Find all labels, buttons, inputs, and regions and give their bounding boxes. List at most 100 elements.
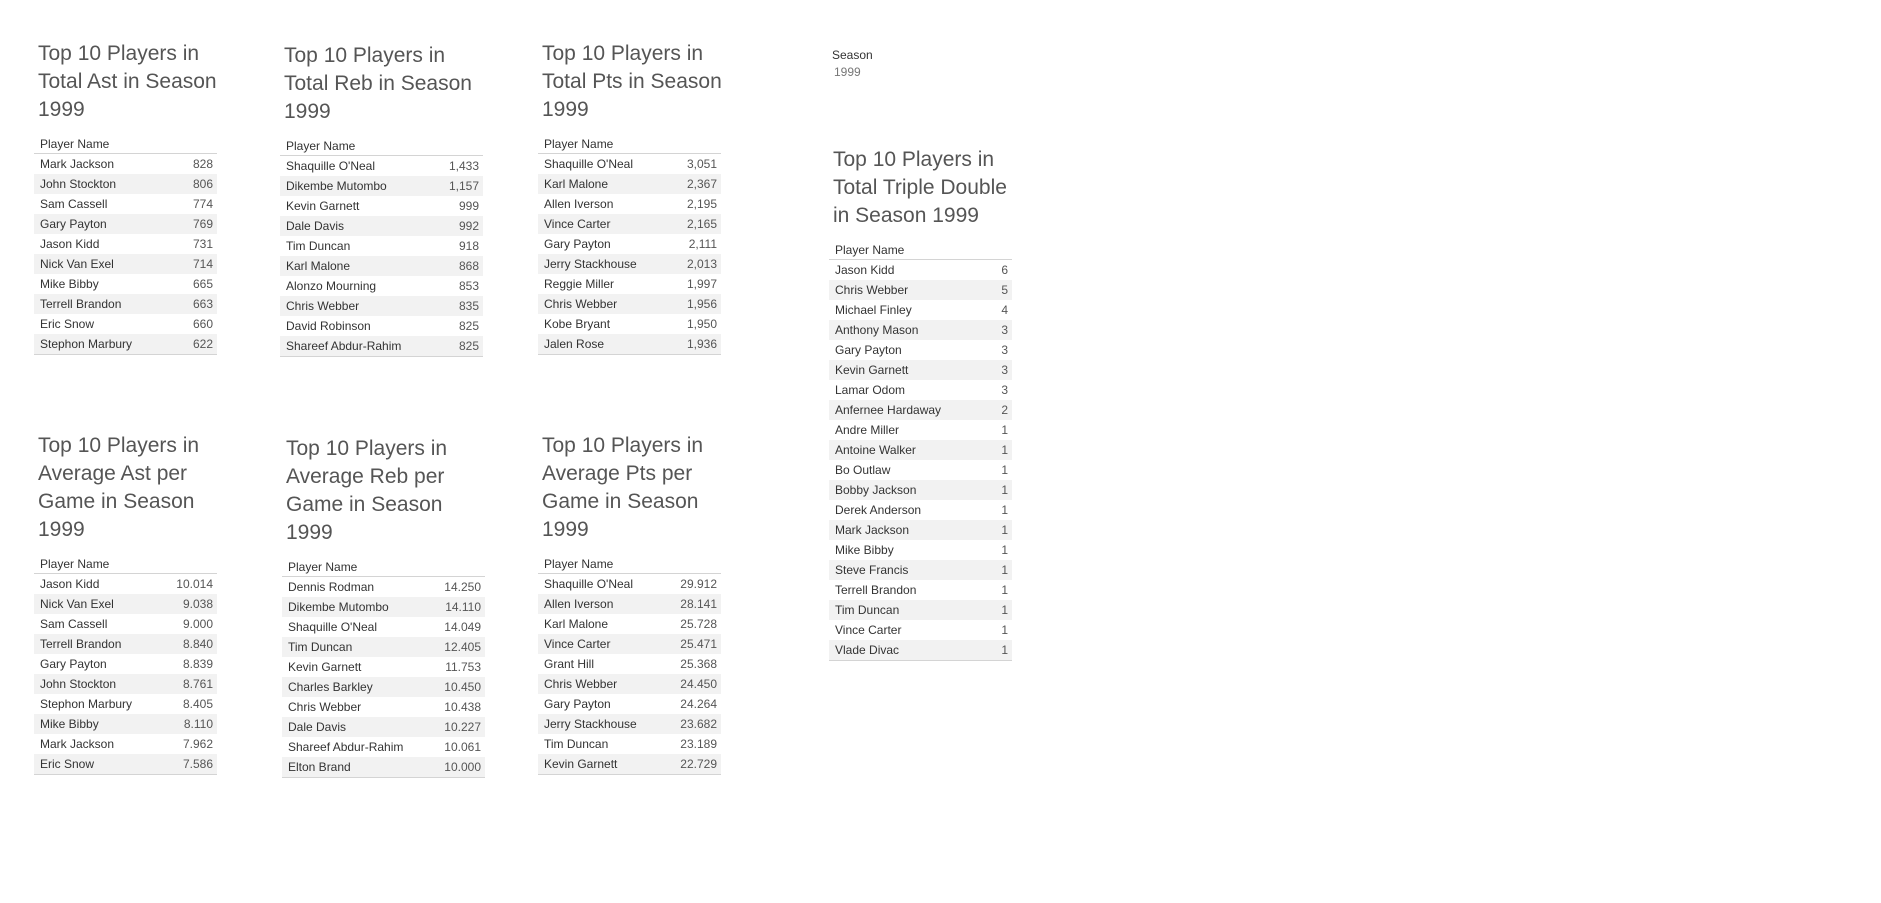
column-header[interactable]: Player Name: [280, 136, 483, 156]
table-row[interactable]: Gary Payton 3: [829, 340, 1012, 360]
table-row[interactable]: Nick Van Exel 714: [34, 254, 217, 274]
table-row[interactable]: Sam Cassell 774: [34, 194, 217, 214]
table-row[interactable]: Charles Barkley 10.450: [282, 677, 485, 697]
table-row[interactable]: Kevin Garnett 3: [829, 360, 1012, 380]
table-row[interactable]: Bobby Jackson 1: [829, 480, 1012, 500]
stat-value: 23.189: [680, 737, 717, 751]
table-row[interactable]: Vince Carter 25.471: [538, 634, 721, 654]
table-row[interactable]: Shareef Abdur-Rahim 10.061: [282, 737, 485, 757]
table-row[interactable]: Mark Jackson 1: [829, 520, 1012, 540]
table-row[interactable]: Gary Payton 24.264: [538, 694, 721, 714]
table-row[interactable]: Tim Duncan 1: [829, 600, 1012, 620]
table-row[interactable]: Terrell Brandon 8.840: [34, 634, 217, 654]
table-row[interactable]: Kevin Garnett 999: [280, 196, 483, 216]
table-row[interactable]: Chris Webber 1,956: [538, 294, 721, 314]
table-row[interactable]: Tim Duncan 12.405: [282, 637, 485, 657]
table-row[interactable]: Chris Webber 5: [829, 280, 1012, 300]
player-name: Dale Davis: [288, 720, 347, 734]
table-row[interactable]: Dikembe Mutombo 14.110: [282, 597, 485, 617]
table-row[interactable]: Michael Finley 4: [829, 300, 1012, 320]
table-row[interactable]: John Stockton 8.761: [34, 674, 217, 694]
column-header[interactable]: Player Name: [34, 134, 217, 154]
table-row[interactable]: Gary Payton 769: [34, 214, 217, 234]
table-row[interactable]: Shaquille O'Neal 29.912: [538, 574, 721, 594]
table-row[interactable]: Vince Carter 2,165: [538, 214, 721, 234]
table-row[interactable]: Mike Bibby 8.110: [34, 714, 217, 734]
table-row[interactable]: Chris Webber 10.438: [282, 697, 485, 717]
table-row[interactable]: Allen Iverson 28.141: [538, 594, 721, 614]
player-name: Vince Carter: [544, 637, 611, 651]
player-name: Derek Anderson: [835, 503, 922, 517]
table-row[interactable]: Grant Hill 25.368: [538, 654, 721, 674]
table-row[interactable]: Terrell Brandon 1: [829, 580, 1012, 600]
player-name: Shareef Abdur-Rahim: [286, 339, 402, 353]
table-row[interactable]: Chris Webber 835: [280, 296, 483, 316]
table-row[interactable]: Mike Bibby 665: [34, 274, 217, 294]
table-row[interactable]: Kevin Garnett 11.753: [282, 657, 485, 677]
table-row[interactable]: Shaquille O'Neal 3,051: [538, 154, 721, 174]
table-row[interactable]: Bo Outlaw 1: [829, 460, 1012, 480]
column-header[interactable]: Player Name: [538, 134, 721, 154]
table-row[interactable]: Allen Iverson 2,195: [538, 194, 721, 214]
player-name: Tim Duncan: [288, 640, 353, 654]
table-row[interactable]: Dikembe Mutombo 1,157: [280, 176, 483, 196]
season-filter-value[interactable]: 1999: [834, 65, 873, 79]
table-row[interactable]: John Stockton 806: [34, 174, 217, 194]
table-row[interactable]: Vlade Divac 1: [829, 640, 1012, 660]
table-row[interactable]: Shaquille O'Neal 14.049: [282, 617, 485, 637]
table-row[interactable]: Alonzo Mourning 853: [280, 276, 483, 296]
table-row[interactable]: Reggie Miller 1,997: [538, 274, 721, 294]
table-row[interactable]: Karl Malone 868: [280, 256, 483, 276]
table-row[interactable]: Mark Jackson 7.962: [34, 734, 217, 754]
table-row[interactable]: Tim Duncan 918: [280, 236, 483, 256]
table-row[interactable]: Sam Cassell 9.000: [34, 614, 217, 634]
table-row[interactable]: Mike Bibby 1: [829, 540, 1012, 560]
table-row[interactable]: Terrell Brandon 663: [34, 294, 217, 314]
table-row[interactable]: Antoine Walker 1: [829, 440, 1012, 460]
column-header[interactable]: Player Name: [829, 240, 1012, 260]
table-row[interactable]: Jalen Rose 1,936: [538, 334, 721, 354]
table-row[interactable]: Jason Kidd 731: [34, 234, 217, 254]
table-row[interactable]: Steve Francis 1: [829, 560, 1012, 580]
table-row[interactable]: Derek Anderson 1: [829, 500, 1012, 520]
table-row[interactable]: Gary Payton 2,111: [538, 234, 721, 254]
column-header[interactable]: Player Name: [34, 554, 217, 574]
table-row[interactable]: Anthony Mason 3: [829, 320, 1012, 340]
table-row[interactable]: Stephon Marbury 622: [34, 334, 217, 354]
table-row[interactable]: Jason Kidd 10.014: [34, 574, 217, 594]
table-row[interactable]: Gary Payton 8.839: [34, 654, 217, 674]
table-row[interactable]: Lamar Odom 3: [829, 380, 1012, 400]
table-row[interactable]: Jerry Stackhouse 23.682: [538, 714, 721, 734]
table-row[interactable]: Stephon Marbury 8.405: [34, 694, 217, 714]
table-row[interactable]: Kobe Bryant 1,950: [538, 314, 721, 334]
table-row[interactable]: Mark Jackson 828: [34, 154, 217, 174]
table-row[interactable]: Kevin Garnett 22.729: [538, 754, 721, 774]
table-row[interactable]: Dennis Rodman 14.250: [282, 577, 485, 597]
column-header[interactable]: Player Name: [538, 554, 721, 574]
table-row[interactable]: Eric Snow 7.586: [34, 754, 217, 774]
table-body: Mark Jackson 828 John Stockton 806 Sam Casse…: [34, 154, 217, 355]
table-row[interactable]: Anfernee Hardaway 2: [829, 400, 1012, 420]
table-row[interactable]: Shareef Abdur-Rahim 825: [280, 336, 483, 356]
player-name: Jason Kidd: [40, 577, 100, 591]
table-row[interactable]: Shaquille O'Neal 1,433: [280, 156, 483, 176]
panel-title: Top 10 Players in Total Reb in Season 19…: [284, 44, 472, 123]
table-row[interactable]: Vince Carter 1: [829, 620, 1012, 640]
stat-value: 10.000: [444, 760, 481, 774]
table-row[interactable]: Dale Davis 992: [280, 216, 483, 236]
table-row[interactable]: Tim Duncan 23.189: [538, 734, 721, 754]
table-row[interactable]: Eric Snow 660: [34, 314, 217, 334]
table-row[interactable]: Jason Kidd 6: [829, 260, 1012, 280]
column-header[interactable]: Player Name: [282, 557, 485, 577]
table-row[interactable]: Karl Malone 25.728: [538, 614, 721, 634]
table-row[interactable]: David Robinson 825: [280, 316, 483, 336]
table-row[interactable]: Nick Van Exel 9.038: [34, 594, 217, 614]
table-row[interactable]: Andre Miller 1: [829, 420, 1012, 440]
table-row[interactable]: Elton Brand 10.000: [282, 757, 485, 777]
table-row[interactable]: Karl Malone 2,367: [538, 174, 721, 194]
table-row[interactable]: Chris Webber 24.450: [538, 674, 721, 694]
table-row[interactable]: Jerry Stackhouse 2,013: [538, 254, 721, 274]
season-filter[interactable]: Season 1999: [832, 48, 873, 79]
player-name: Kevin Garnett: [835, 363, 909, 377]
table-row[interactable]: Dale Davis 10.227: [282, 717, 485, 737]
